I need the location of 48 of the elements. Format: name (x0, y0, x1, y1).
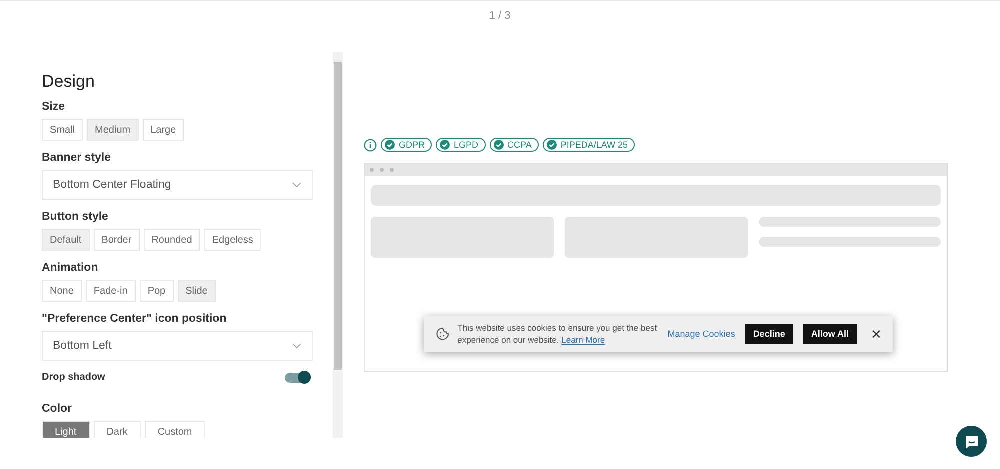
field-label: Button style (42, 211, 110, 223)
field-label: Drop shadow (42, 372, 106, 383)
allow-all-button[interactable]: Allow All (803, 324, 857, 344)
option-button[interactable]: Dark (94, 421, 141, 438)
dropdown-select[interactable]: Bottom Left (42, 331, 313, 361)
option-button[interactable]: Edgeless (204, 229, 262, 251)
check-icon (385, 140, 395, 150)
learn-more-link[interactable]: Learn More (562, 335, 606, 345)
toggle-switch[interactable] (285, 372, 309, 382)
law-badge: GDPR (381, 138, 432, 152)
option-button[interactable]: Medium (87, 119, 139, 141)
manage-cookies-link[interactable]: Manage Cookies (668, 329, 736, 339)
cookie-icon (436, 327, 450, 341)
field-label: "Preference Center" icon position (42, 313, 228, 325)
dropdown-select[interactable]: Bottom Center Floating (42, 170, 313, 200)
option-button[interactable]: Light (42, 421, 90, 438)
window-dots-icon (369, 167, 397, 173)
check-icon (494, 140, 504, 150)
panel-title: Design (42, 72, 96, 92)
option-button[interactable]: Slide (178, 280, 216, 302)
check-icon (546, 140, 557, 150)
chevron-icon (292, 182, 302, 188)
option-button[interactable]: None (42, 280, 82, 302)
check-icon (440, 140, 450, 150)
close-button[interactable]: ✕ (867, 326, 886, 342)
scrollbar[interactable] (333, 52, 343, 438)
option-button[interactable]: Fade-in (86, 280, 136, 302)
page-counter: 1 / 3 (488, 10, 512, 24)
decline-button[interactable]: Decline (745, 324, 794, 344)
option-button[interactable]: Default (42, 229, 90, 251)
option-button[interactable]: Custom (144, 421, 206, 438)
law-badge: CCPA (490, 138, 539, 152)
option-button[interactable]: Large (142, 119, 184, 141)
field-label: Animation (42, 262, 100, 274)
chat-button[interactable] (956, 426, 987, 457)
info-icon[interactable] (364, 138, 377, 152)
chevron-icon (292, 343, 302, 349)
option-button[interactable]: Border (94, 229, 140, 251)
option-button[interactable]: Small (42, 119, 84, 141)
field-label: Banner style (42, 152, 112, 164)
law-badge: PIPEDA/LAW 25 (542, 138, 636, 152)
option-button[interactable]: Rounded (144, 229, 200, 251)
field-label: Color (42, 403, 74, 415)
option-button[interactable]: Pop (140, 280, 174, 302)
law-badge: LGPD (436, 138, 486, 152)
cookie-message: This website uses cookies to ensure you get the best experience on our website. Learn More (458, 322, 658, 346)
chat-icon (964, 434, 980, 450)
field-label: Size (42, 101, 66, 113)
